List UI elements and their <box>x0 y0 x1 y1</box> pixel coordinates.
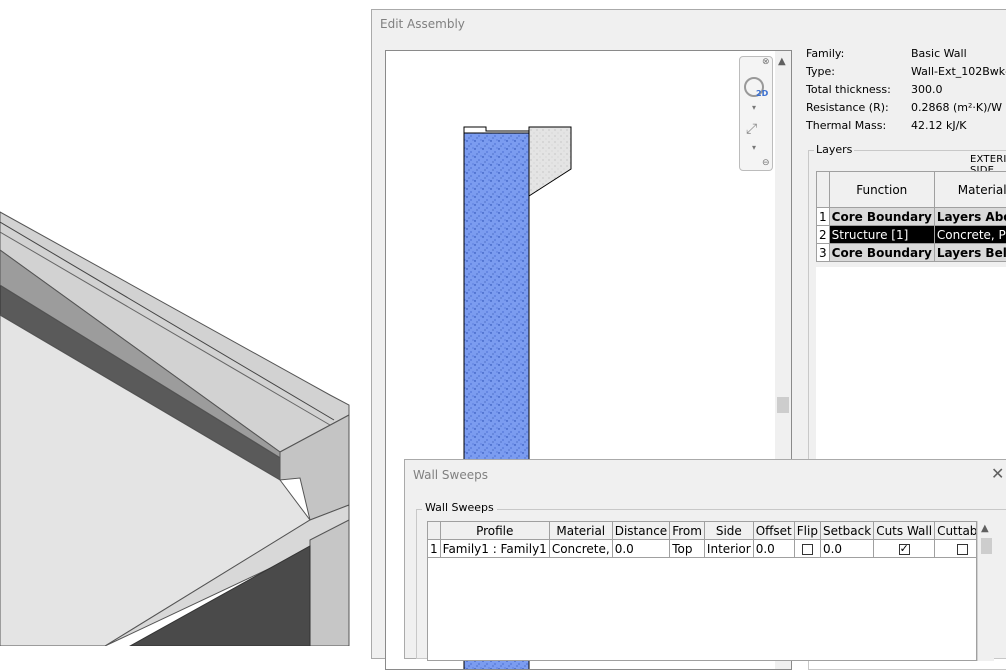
flip-checkbox[interactable] <box>802 544 813 555</box>
column-header-cuts-wall[interactable]: Cuts Wall <box>874 522 935 540</box>
wall-sweeps-dialog: Wall Sweeps ✕ Wall Sweeps Profile Materi… <box>404 459 1006 659</box>
column-header-material[interactable]: Material <box>934 172 1006 208</box>
navigation-bar[interactable]: ⊗ 2D ▾ ⤢ ▾ ⊖ <box>739 56 773 171</box>
scroll-up-icon[interactable]: ▲ <box>778 57 786 67</box>
layer-material[interactable]: Concrete, Pre <box>934 226 1006 244</box>
wall-sweeps-group-label: Wall Sweeps <box>422 501 497 514</box>
type-value: Wall-Ext_102Bwk-75 <box>911 65 1006 78</box>
layers-group-label: Layers <box>814 143 854 156</box>
wall-sweeps-grid[interactable]: Profile Material Distance From Side Offs… <box>427 521 977 661</box>
column-header-cuttable[interactable]: Cuttable <box>935 522 977 540</box>
cuts-wall-checkbox[interactable] <box>899 544 910 555</box>
scroll-up-icon[interactable]: ▲ <box>981 524 989 534</box>
column-header-setback[interactable]: Setback <box>820 522 873 540</box>
family-label: Family: <box>806 47 844 60</box>
layers-table: Function Material 1 Core Boundary Layers… <box>816 171 1006 262</box>
table-row[interactable]: 3 Core Boundary Layers Below <box>817 244 1006 262</box>
column-header-profile[interactable]: Profile <box>440 522 549 540</box>
family-value: Basic Wall <box>911 47 967 60</box>
column-header-index <box>428 522 441 540</box>
layer-function[interactable]: Structure [1] <box>829 226 934 244</box>
row-number: 3 <box>817 244 830 262</box>
thickness-value: 300.0 <box>911 83 943 96</box>
scroll-thumb[interactable] <box>777 397 789 413</box>
sweep-from[interactable]: Top <box>670 540 705 558</box>
dialog-title: Wall Sweeps <box>413 468 488 482</box>
thermal-mass-value: 42.12 kJ/K <box>911 119 967 132</box>
table-row[interactable]: 1 Family1 : Family1 Concrete, 0.0 Top In… <box>428 540 978 558</box>
zoom-region-icon[interactable]: ⤢ <box>746 121 757 137</box>
2d-badge: 2D <box>756 89 768 98</box>
column-header-function[interactable]: Function <box>829 172 934 208</box>
dialog-title: Edit Assembly <box>380 17 465 31</box>
cuttable-checkbox[interactable] <box>957 544 968 555</box>
scroll-thumb[interactable] <box>981 538 992 554</box>
column-header-material[interactable]: Material <box>549 522 612 540</box>
layer-material[interactable]: Layers Below <box>934 244 1006 262</box>
row-number: 1 <box>428 540 441 558</box>
row-number: 1 <box>817 208 830 226</box>
resistance-label: Resistance (R): <box>806 101 889 114</box>
layer-material[interactable]: Layers Above <box>934 208 1006 226</box>
wall-sweeps-table: Profile Material Distance From Side Offs… <box>427 521 977 558</box>
column-header-flip[interactable]: Flip <box>794 522 820 540</box>
sweep-profile[interactable]: Family1 : Family1 <box>440 540 549 558</box>
sweep-material[interactable]: Concrete, <box>549 540 612 558</box>
close-icon[interactable]: ⊗ <box>762 57 770 67</box>
wall-sweeps-scrollbar[interactable]: ▲ <box>977 521 994 661</box>
resistance-value: 0.2868 (m²·K)/W <box>911 101 1002 114</box>
layer-function[interactable]: Core Boundary <box>829 208 934 226</box>
layer-function[interactable]: Core Boundary <box>829 244 934 262</box>
sweep-distance[interactable]: 0.0 <box>612 540 669 558</box>
close-icon[interactable]: ✕ <box>991 464 1004 483</box>
sweep-offset[interactable]: 0.0 <box>753 540 794 558</box>
sweep-setback[interactable]: 0.0 <box>820 540 873 558</box>
table-row-selected[interactable]: 2 Structure [1] Concrete, Pre <box>817 226 1006 244</box>
type-label: Type: <box>806 65 835 78</box>
row-number: 2 <box>817 226 830 244</box>
dropdown-icon[interactable]: ▾ <box>752 103 756 112</box>
sweep-side[interactable]: Interior <box>704 540 753 558</box>
dropdown-icon[interactable]: ▾ <box>752 143 756 152</box>
column-header-from[interactable]: From <box>670 522 705 540</box>
column-header-offset[interactable]: Offset <box>753 522 794 540</box>
minimize-icon[interactable]: ⊖ <box>762 158 770 168</box>
column-header-distance[interactable]: Distance <box>612 522 669 540</box>
thermal-mass-label: Thermal Mass: <box>806 119 886 132</box>
column-header-side[interactable]: Side <box>704 522 753 540</box>
thickness-label: Total thickness: <box>806 83 891 96</box>
table-row[interactable]: 1 Core Boundary Layers Above <box>817 208 1006 226</box>
